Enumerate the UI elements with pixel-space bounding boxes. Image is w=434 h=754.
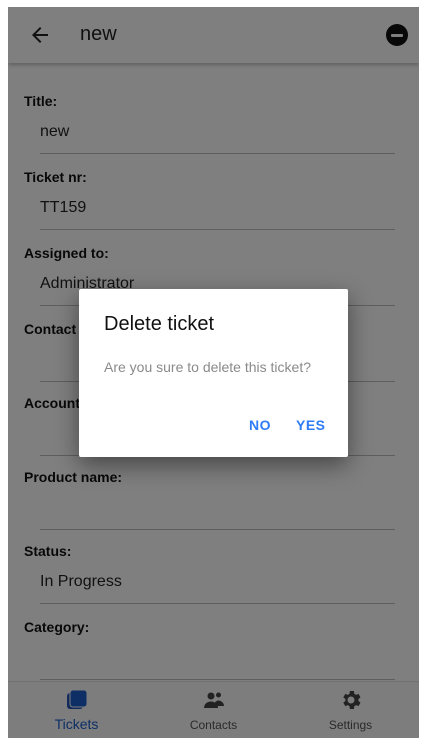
yes-button[interactable]: YES xyxy=(296,417,326,433)
phone-screen: new Title: new Ticket nr: TT159 Assigned… xyxy=(8,7,419,738)
dialog-title: Delete ticket xyxy=(104,313,215,335)
delete-ticket-dialog: Delete ticket Are you sure to delete thi… xyxy=(79,289,348,457)
dialog-message: Are you sure to delete this ticket? xyxy=(104,359,311,375)
no-button[interactable]: NO xyxy=(249,417,271,433)
